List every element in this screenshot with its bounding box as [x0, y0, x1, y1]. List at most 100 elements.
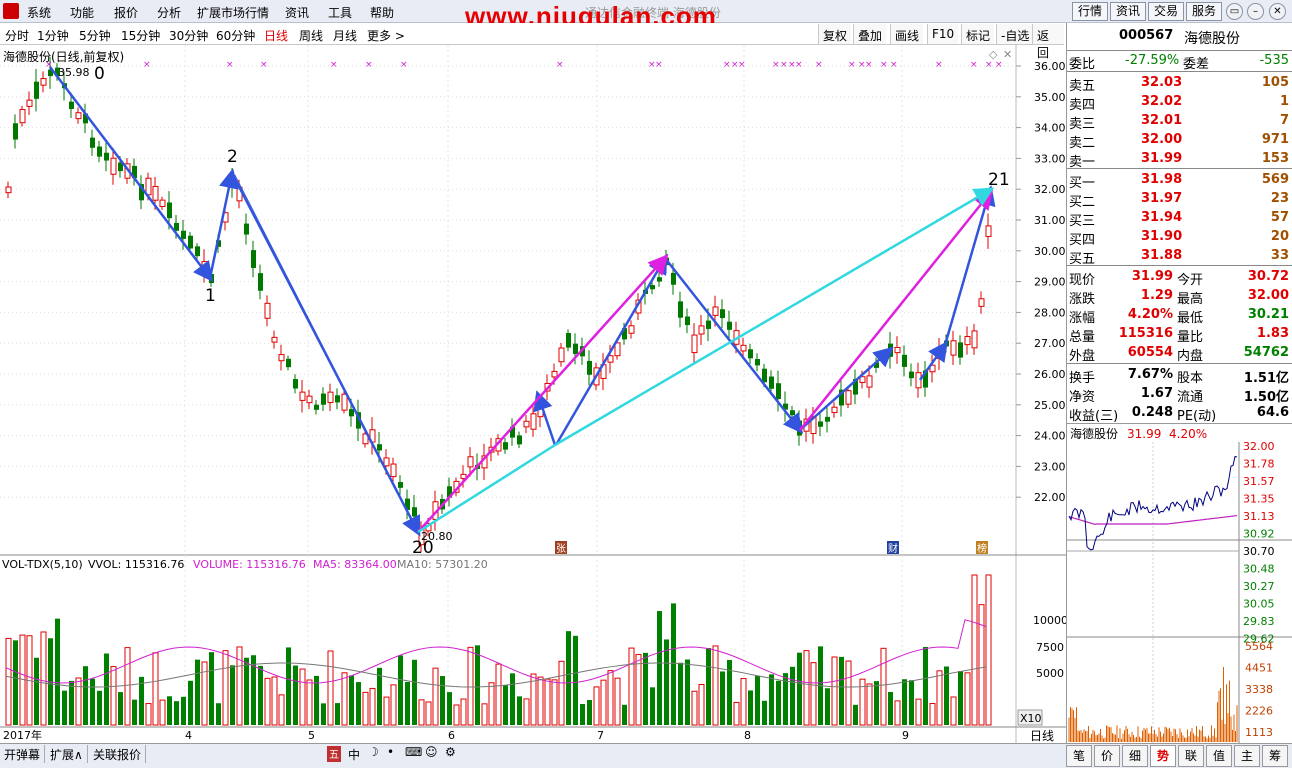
volume-bar-down [657, 611, 662, 725]
menu-system[interactable]: 系统 [27, 4, 51, 21]
btn-hangqing[interactable]: 行情 [1072, 2, 1108, 21]
close-small-icon[interactable]: ✕ [1003, 48, 1012, 61]
settings-icon[interactable]: ⚙ [445, 745, 456, 759]
volume-bar-up [369, 687, 376, 726]
candle-up [740, 344, 747, 352]
ask-row[interactable]: 卖五 32.03 105 [1067, 74, 1292, 94]
volume-bar-down [188, 680, 193, 725]
period-daily[interactable]: 日线 [264, 27, 288, 44]
bid-row[interactable]: 买三 31.94 57 [1067, 209, 1292, 229]
candle-down [762, 368, 767, 383]
user-icon[interactable]: ☺ [425, 745, 438, 759]
btn-fuquan[interactable]: 复权 [818, 24, 852, 44]
volume-bar-up [894, 700, 901, 726]
btn-diejia[interactable]: 叠加 [853, 24, 887, 44]
period-weekly[interactable]: 周线 [299, 27, 323, 44]
stat-value: 1.50亿 [1243, 390, 1289, 405]
period-60min[interactable]: 60分钟 [216, 27, 255, 44]
btn-biaoji[interactable]: 标记 [961, 24, 995, 44]
moon-icon[interactable]: ☽ [368, 745, 379, 759]
kline-chart-area[interactable]: × × × × × × × × × × × × × × × × × × × × × × × × × × × 36.0035.0034… [0, 45, 1066, 743]
close-icon[interactable]: ✕ [1269, 3, 1286, 20]
volume-bar-down [580, 703, 585, 725]
menu-function[interactable]: 功能 [70, 4, 94, 21]
volume-bar-down [195, 659, 200, 725]
signal-marker: × [330, 60, 338, 70]
period-1min[interactable]: 1分钟 [37, 27, 69, 44]
bid-label: 买二 [1069, 195, 1096, 210]
menu-tools[interactable]: 工具 [328, 4, 352, 21]
restore-icon[interactable]: ▭ [1226, 3, 1243, 20]
volume-bar-down [181, 696, 186, 725]
volume-bar-up [481, 703, 488, 726]
intraday-mini-chart[interactable]: 海德股份 31.99 4.20% 32.00 31.78 31.57 31.35 31.… [1066, 423, 1292, 743]
volume-bar-down [405, 681, 410, 725]
period-fenshi[interactable]: 分时 [5, 27, 29, 44]
bid-row[interactable]: 买五 31.88 33 [1067, 247, 1292, 267]
volume-bar-down [762, 700, 767, 725]
btn-zixun[interactable]: 资讯 [1110, 2, 1146, 21]
period-15min[interactable]: 15分钟 [121, 27, 160, 44]
right-tab[interactable]: 价 [1094, 745, 1120, 767]
wu-icon[interactable]: 五 [327, 746, 341, 762]
volume-bar-up [306, 679, 313, 726]
btn-f10[interactable]: F10 [927, 24, 959, 44]
ask-row[interactable]: 卖三 32.01 7 [1067, 112, 1292, 132]
btn-fuwu[interactable]: 服务 [1186, 2, 1222, 21]
period-monthly[interactable]: 月线 [333, 27, 357, 44]
right-tab[interactable]: 筹 [1262, 745, 1288, 767]
menu-news[interactable]: 资讯 [285, 4, 309, 21]
ask-row[interactable]: 卖四 32.02 1 [1067, 93, 1292, 113]
menu-analysis[interactable]: 分析 [157, 4, 181, 21]
minimize-icon[interactable]: – [1247, 3, 1264, 20]
volume-bar-down [104, 653, 109, 725]
right-tab[interactable]: 主 [1234, 745, 1260, 767]
ask-price: 32.01 [1141, 113, 1183, 128]
quote-panel: 000567 海德股份 委比 -27.59% 委差 -535 卖五 32.03 10… [1066, 23, 1292, 424]
btn-kuozhan[interactable]: 扩展∧ [46, 745, 88, 763]
volume-bar-down [923, 646, 928, 725]
weicha-label: 委差 [1183, 57, 1210, 72]
bid-row[interactable]: 买四 31.90 20 [1067, 228, 1292, 248]
volume-bar-up [964, 672, 971, 726]
diamond-icon[interactable]: ◇ [989, 48, 998, 61]
bid-row[interactable]: 买二 31.97 23 [1067, 190, 1292, 210]
candle-up [383, 457, 390, 467]
btn-jiaoyi[interactable]: 交易 [1148, 2, 1184, 21]
candle-down [321, 393, 326, 405]
menu-extended-market[interactable]: 扩展市场行情 [197, 4, 269, 21]
bottom-bar: 开弹幕 扩展∧ 关联报价 五 中 ☽ • ⌨ ☺ ⚙ 笔价细势联值主筹 [0, 743, 1292, 768]
right-tab[interactable]: 笔 [1066, 745, 1092, 767]
menu-help[interactable]: 帮助 [370, 4, 394, 21]
btn-zixuan[interactable]: -自选 [996, 24, 1034, 44]
right-tab[interactable]: 值 [1206, 745, 1232, 767]
btn-huaxian[interactable]: 画线 [890, 24, 924, 44]
right-tab[interactable]: 细 [1122, 745, 1148, 767]
period-more[interactable]: 更多 > [367, 27, 405, 44]
menu-quote[interactable]: 报价 [114, 4, 138, 21]
bid-vol: 23 [1270, 191, 1289, 206]
volume-bar-up [75, 677, 82, 726]
btn-guanlian[interactable]: 关联报价 [89, 745, 147, 763]
signal-marker: × [143, 60, 151, 70]
right-tab[interactable]: 势 [1150, 745, 1176, 767]
volume-bar-down [34, 657, 39, 725]
bid-row[interactable]: 买一 31.98 569 [1067, 171, 1292, 191]
ask-row[interactable]: 卖一 31.99 153 [1067, 150, 1292, 170]
mini-stock-name: 海德股份 [1070, 426, 1118, 441]
right-tab[interactable]: 联 [1178, 745, 1204, 767]
candle-up [264, 302, 271, 319]
candle-down [181, 230, 186, 239]
vol-indicator-name[interactable]: VOL-TDX(5,10) [2, 558, 83, 571]
btn-danmu[interactable]: 开弹幕 [0, 745, 46, 763]
dot-icon[interactable]: • [387, 745, 394, 759]
bid-label: 买四 [1069, 233, 1096, 248]
period-30min[interactable]: 30分钟 [169, 27, 208, 44]
zhong-icon[interactable]: 中 [348, 746, 360, 763]
xaxis-label-6: 6 [448, 729, 455, 742]
ask-row[interactable]: 卖二 32.00 971 [1067, 131, 1292, 151]
btn-fanhui[interactable]: 返回 [1032, 24, 1064, 60]
candle-down [13, 123, 18, 140]
keyboard-icon[interactable]: ⌨ [405, 745, 422, 759]
period-5min[interactable]: 5分钟 [79, 27, 111, 44]
